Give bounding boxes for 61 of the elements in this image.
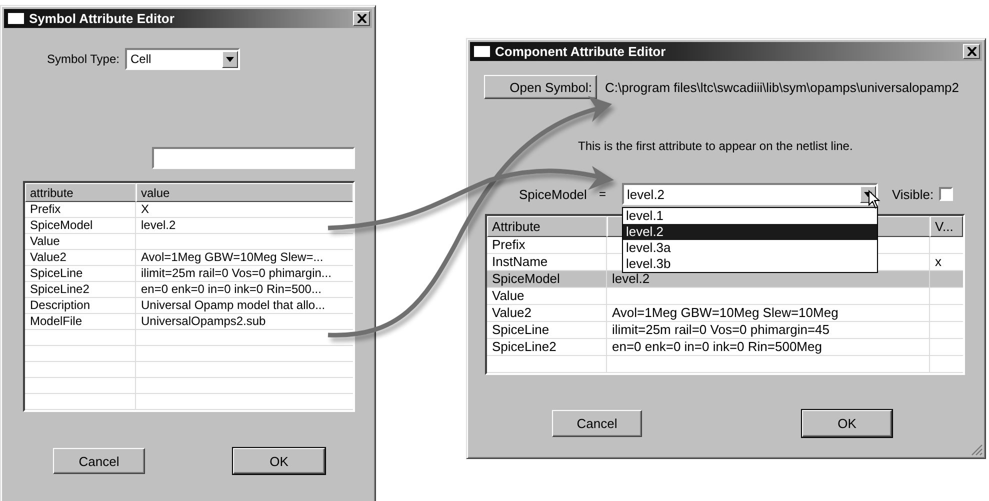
- table-cell: Prefix: [25, 202, 136, 217]
- table-cell: SpiceLine2: [25, 282, 136, 297]
- window-icon: [474, 46, 490, 57]
- table-cell: Value2: [25, 250, 136, 265]
- visible-checkbox[interactable]: [938, 187, 953, 201]
- dropdown-option[interactable]: level.3a: [622, 240, 877, 256]
- table-cell: Prefix: [487, 237, 607, 253]
- checkbox-label: Visible:: [892, 186, 934, 202]
- table-cell: Avol=1Meg GBW=10Meg Slew=10Meg: [607, 305, 930, 321]
- resize-grip-icon: [971, 444, 983, 456]
- open-symbol-button[interactable]: Open Symbol:: [484, 75, 597, 99]
- close-button[interactable]: [963, 44, 980, 59]
- spice-model-dropdown[interactable]: level.2: [622, 183, 878, 205]
- dropdown-button[interactable]: [222, 50, 238, 68]
- close-button[interactable]: [353, 11, 370, 26]
- column-header[interactable]: value: [136, 183, 353, 202]
- column-header[interactable]: V...: [930, 216, 963, 237]
- field-label: Symbol Type:: [47, 52, 120, 66]
- dialog-button[interactable]: OK: [802, 410, 892, 437]
- table-cell: Value2: [487, 305, 607, 321]
- table-cell: SpiceModel: [25, 218, 136, 233]
- table-cell: ModelFile: [25, 314, 136, 329]
- caret-icon: [226, 56, 234, 62]
- close-icon: [966, 47, 976, 56]
- table-cell-text: X: [140, 202, 150, 217]
- description-text: This is the first attribute to appear on the netlist line.: [578, 139, 854, 153]
- close-icon: [356, 14, 366, 23]
- table-cell-text: Universal Opamp model that allo...: [140, 298, 326, 313]
- table-cell: Description: [25, 298, 136, 313]
- dialog-button[interactable]: Cancel: [53, 448, 145, 474]
- table-cell-text: UniversalOpamps2.sub: [140, 314, 267, 329]
- table-cell: en=0 enk=0 in=0 ink=0 Rin=500Meg: [607, 339, 930, 355]
- field-label: SpiceModel: [519, 186, 587, 202]
- table-cell-text: Avol=1Meg GBW=10Meg Slew=...: [140, 250, 324, 265]
- table-cell-text: en=0 enk=0 in=0 ink=0 Rin=500...: [140, 282, 322, 297]
- table-cell-text: ilimit=25m rail=0 Vos=0 phimargin...: [140, 266, 332, 281]
- window-title: Symbol Attribute Editor: [29, 11, 176, 26]
- table-cell: InstName: [487, 254, 607, 270]
- file-path: C:\program files\ltc\swcadiii\lib\sym\opamps\universalopamp2: [605, 80, 960, 94]
- table-cell: level.2: [607, 271, 930, 287]
- symbol-type-dropdown[interactable]: Cell: [125, 48, 240, 70]
- column-header[interactable]: Attribute: [487, 216, 607, 237]
- table-cell-text: x: [934, 254, 942, 270]
- window-icon: [8, 13, 24, 24]
- dropdown-option[interactable]: level.1: [622, 208, 877, 224]
- table-cell: Value: [25, 234, 136, 249]
- table-cell-text: level.2: [140, 218, 177, 233]
- dialog-button[interactable]: Cancel: [552, 410, 642, 437]
- table-cell: SpiceLine: [25, 266, 136, 281]
- table-cell: SpiceLine2: [487, 339, 607, 355]
- equals-sign: =: [598, 187, 606, 201]
- window-title: Component Attribute Editor: [495, 44, 667, 59]
- table-cell: SpiceModel: [487, 271, 607, 287]
- table-cell: ilimit=25m rail=0 Vos=0 phimargin=45: [607, 322, 930, 338]
- table-cell: Value: [487, 288, 607, 304]
- dropdown-option[interactable]: level.3b: [622, 256, 877, 272]
- table-cell: SpiceLine: [487, 322, 607, 338]
- dialog-button[interactable]: OK: [233, 448, 325, 474]
- input-field[interactable]: [152, 147, 355, 169]
- column-header[interactable]: attribute: [25, 183, 136, 202]
- dropdown-option[interactable]: level.2: [622, 224, 877, 240]
